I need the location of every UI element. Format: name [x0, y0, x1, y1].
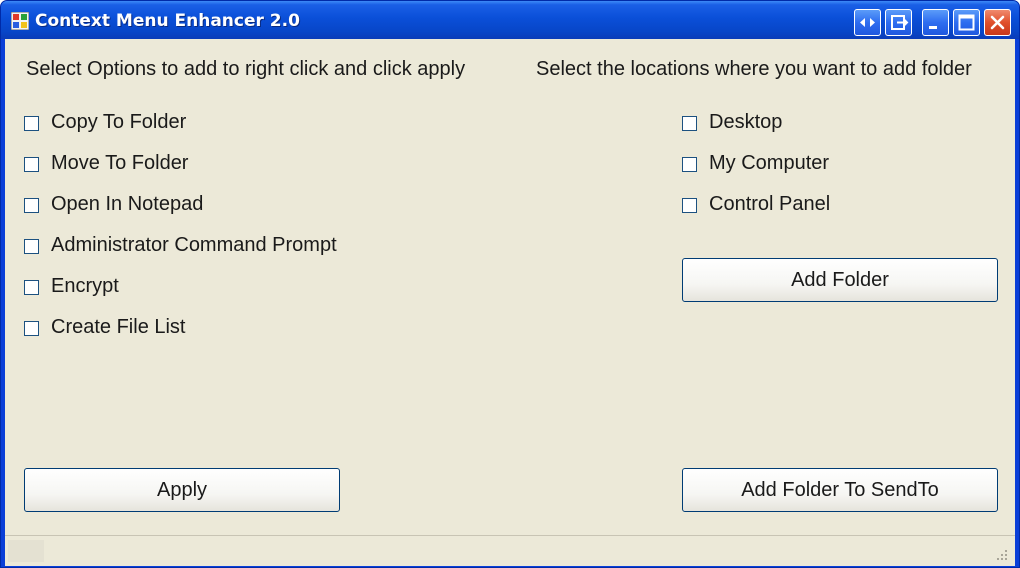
client-area: Select Options to add to right click and… [5, 39, 1015, 566]
location-label: Desktop [709, 111, 783, 133]
app-icon [11, 12, 29, 30]
resize-grip-icon[interactable] [995, 548, 1009, 562]
checkbox[interactable] [682, 198, 697, 213]
add-folder-to-sendto-button[interactable]: Add Folder To SendTo [682, 468, 998, 512]
title-bar[interactable]: Context Menu Enhancer 2.0 [1, 1, 1019, 39]
option-label: Move To Folder [51, 152, 189, 174]
exit-icon [891, 15, 909, 30]
maximize-button[interactable] [953, 9, 980, 36]
checkbox[interactable] [24, 157, 39, 172]
minimize-button[interactable] [922, 9, 949, 36]
add-folder-button[interactable]: Add Folder [682, 258, 998, 302]
checkbox[interactable] [24, 321, 39, 336]
maximize-icon [958, 14, 975, 31]
close-icon [990, 15, 1005, 30]
left-instruction-label: Select Options to add to right click and… [26, 58, 466, 80]
minimize-icon [929, 26, 937, 29]
option-label: Open In Notepad [51, 193, 204, 215]
option-label: Administrator Command Prompt [51, 234, 337, 256]
option-label: Create File List [51, 316, 186, 338]
checkbox[interactable] [24, 198, 39, 213]
location-label: My Computer [709, 152, 830, 174]
close-button[interactable] [984, 9, 1011, 36]
window-title: Context Menu Enhancer 2.0 [35, 11, 300, 31]
apply-button[interactable]: Apply [24, 468, 340, 512]
exit-button[interactable] [885, 9, 912, 36]
option-label: Copy To Folder [51, 111, 187, 133]
checkbox[interactable] [24, 116, 39, 131]
status-bar [5, 535, 1015, 566]
restore-arrows-button[interactable] [854, 9, 881, 36]
checkbox[interactable] [24, 280, 39, 295]
checkbox[interactable] [24, 239, 39, 254]
status-panel [8, 540, 44, 562]
option-label: Encrypt [51, 275, 119, 297]
right-instruction-label: Select the locations where you want to a… [536, 58, 972, 80]
checkbox[interactable] [682, 116, 697, 131]
restore-arrows-icon [860, 18, 875, 27]
app-window: Context Menu Enhancer 2.0 Select Options… [0, 0, 1020, 568]
checkbox[interactable] [682, 157, 697, 172]
location-label: Control Panel [709, 193, 831, 215]
